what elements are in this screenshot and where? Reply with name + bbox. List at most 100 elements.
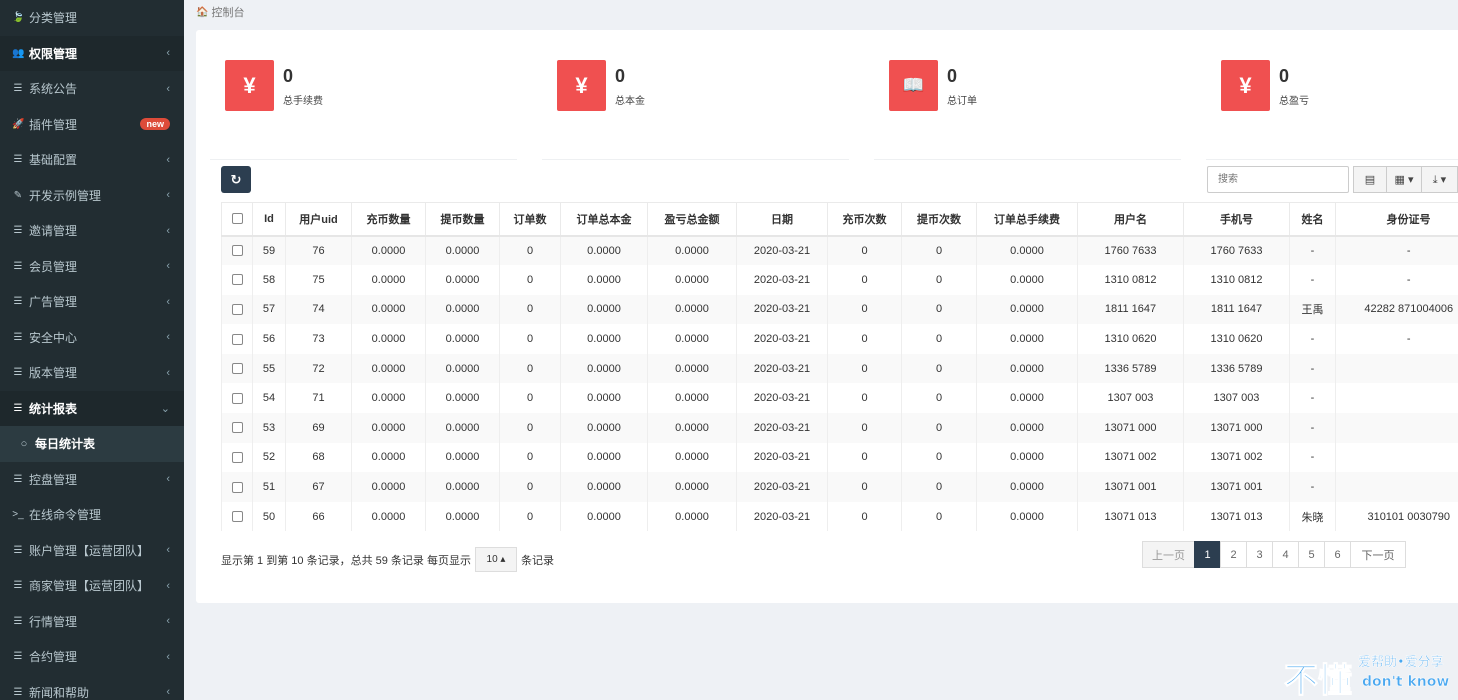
column-header[interactable]: 身份证号 [1335,202,1458,237]
search-input[interactable] [1207,166,1349,193]
table-row[interactable]: 52 68 0.0000 0.0000 0 0.0000 0.0000 2020-03-21 0… [221,442,1458,473]
column-header[interactable]: 订单总手续费 [976,202,1078,237]
page-size-select[interactable]: 10 ▴ [474,547,517,572]
table-row[interactable]: 55 72 0.0000 0.0000 0 0.0000 0.0000 2020-03-21 0… [221,353,1458,384]
table-row[interactable]: 54 71 0.0000 0.0000 0 0.0000 0.0000 2020-03-21 0… [221,383,1458,414]
sidebar-item-0[interactable]: 🍃 分类管理 [0,0,184,36]
column-header[interactable]: 用户uid [285,202,352,237]
sidebar-item-5[interactable]: ✎ 开发示例管理 ‹ [0,178,184,214]
column-header[interactable]: 订单总本金 [560,202,648,237]
column-header[interactable]: 用户名 [1077,202,1184,237]
row-checkbox-cell[interactable] [221,324,253,354]
column-header[interactable]: 提币数量 [425,202,500,237]
list-icon: ☰ [13,296,23,308]
table-cell: - [1289,324,1336,354]
row-checkbox[interactable] [231,363,243,375]
page-button[interactable]: 6 [1324,541,1351,568]
row-checkbox-cell[interactable] [221,353,253,384]
table-cell: 2020-03-21 [736,501,828,532]
row-checkbox-cell[interactable] [221,383,253,414]
row-checkbox-cell[interactable] [221,472,253,502]
table-cell: 66 [285,501,352,532]
page-button[interactable]: 5 [1298,541,1325,568]
row-checkbox[interactable] [231,274,243,286]
sidebar-item-11[interactable]: ☰ 统计报表 ⌄ [0,390,184,426]
prev-page-button[interactable]: 上一页 [1142,541,1195,568]
table-row[interactable]: 50 66 0.0000 0.0000 0 0.0000 0.0000 2020-03-21 0… [221,501,1458,532]
sidebar-item-8[interactable]: ☰ 广告管理 ‹ [0,284,184,320]
column-header[interactable]: 手机号 [1183,202,1290,237]
table-cell: 0.0000 [560,324,648,354]
table-cell: 0.0000 [425,235,500,266]
column-header[interactable]: 盈亏总金额 [647,202,737,237]
table-cell: 0.0000 [560,294,648,325]
page-button[interactable]: 2 [1220,541,1247,568]
table-row[interactable]: 59 76 0.0000 0.0000 0 0.0000 0.0000 2020-03-21 0… [221,235,1458,266]
page-button[interactable]: 4 [1272,541,1299,568]
header-checkbox-cell[interactable] [221,202,253,237]
breadcrumb[interactable]: 🏠 控制台 [196,4,244,20]
row-checkbox[interactable] [231,422,243,434]
sidebar-item-18[interactable]: ☰ 合约管理 ‹ [0,639,184,675]
sidebar-item-19[interactable]: ☰ 新闻和帮助 ‹ [0,675,184,700]
page-button[interactable]: 3 [1246,541,1273,568]
sidebar-item-7[interactable]: ☰ 会员管理 ‹ [0,249,184,285]
table-cell: 2020-03-21 [736,353,828,384]
list-icon: ☰ [13,260,23,272]
sidebar-item-9[interactable]: ☰ 安全中心 ‹ [0,320,184,356]
table-row[interactable]: 53 69 0.0000 0.0000 0 0.0000 0.0000 2020-03-21 0… [221,413,1458,443]
row-checkbox[interactable] [231,452,243,464]
sidebar-item-10[interactable]: ☰ 版本管理 ‹ [0,355,184,391]
refresh-button[interactable]: ↻ [221,166,251,193]
sidebar-item-12[interactable]: ○ 每日统计表 [0,426,184,462]
table-cell: 0.0000 [351,235,426,266]
sidebar-item-15[interactable]: ☰ 账户管理【运营团队】 ‹ [0,533,184,569]
row-checkbox-cell[interactable] [221,235,253,266]
page-button[interactable]: 1 [1194,541,1221,568]
toggle-view-button[interactable]: ▤ [1353,166,1387,193]
next-page-button[interactable]: 下一页 [1350,541,1406,568]
table-row[interactable]: 56 73 0.0000 0.0000 0 0.0000 0.0000 2020-03-21 0… [221,324,1458,354]
table-row[interactable]: 51 67 0.0000 0.0000 0 0.0000 0.0000 2020-03-21 0… [221,472,1458,502]
row-checkbox[interactable] [231,333,243,345]
table-cell: 74 [285,294,352,325]
table-cell: 76 [285,235,352,266]
row-checkbox-cell[interactable] [221,294,253,325]
export-button[interactable]: ⤓ ▾ [1421,166,1458,193]
row-checkbox-cell[interactable] [221,442,253,473]
column-header[interactable]: Id [252,202,286,237]
row-checkbox[interactable] [231,245,243,257]
sidebar-item-6[interactable]: ☰ 邀请管理 ‹ [0,213,184,249]
sidebar-item-16[interactable]: ☰ 商家管理【运营团队】 ‹ [0,568,184,604]
table-row[interactable]: 57 74 0.0000 0.0000 0 0.0000 0.0000 2020-03-21 0… [221,294,1458,325]
row-checkbox[interactable] [231,304,243,316]
sidebar-item-17[interactable]: ☰ 行情管理 ‹ [0,604,184,640]
sidebar-item-2[interactable]: ☰ 系统公告 ‹ [0,71,184,107]
sidebar-item-14[interactable]: >_ 在线命令管理 [0,497,184,533]
column-header[interactable]: 日期 [736,202,828,237]
table-cell: 13071 013 [1183,501,1290,532]
table-cell: - [1289,353,1336,384]
row-checkbox[interactable] [231,481,243,493]
row-checkbox-cell[interactable] [221,501,253,532]
sidebar-item-13[interactable]: ☰ 控盘管理 ‹ [0,462,184,498]
row-checkbox-cell[interactable] [221,413,253,443]
sidebar-item-3[interactable]: 🚀 插件管理 new [0,107,184,143]
column-header[interactable]: 充币数量 [351,202,426,237]
table-cell: 0.0000 [425,294,500,325]
row-checkbox[interactable] [231,392,243,404]
table-row[interactable]: 58 75 0.0000 0.0000 0 0.0000 0.0000 2020-03-21 0… [221,265,1458,295]
column-header[interactable]: 姓名 [1289,202,1336,237]
select-all-checkbox[interactable] [231,213,243,225]
magic-icon: ✎ [13,189,23,201]
row-checkbox-cell[interactable] [221,265,253,295]
table-cell: 0 [499,442,561,473]
sidebar-item-1[interactable]: 👥 权限管理 ‹ [0,35,184,71]
sidebar-item-4[interactable]: ☰ 基础配置 ‹ [0,142,184,178]
row-checkbox[interactable] [231,511,243,523]
column-header[interactable]: 充币次数 [827,202,902,237]
table-cell: 13071 001 [1077,472,1184,502]
column-header[interactable]: 提币次数 [901,202,977,237]
columns-button[interactable]: ▦ ▾ [1386,166,1422,193]
column-header[interactable]: 订单数 [499,202,561,237]
